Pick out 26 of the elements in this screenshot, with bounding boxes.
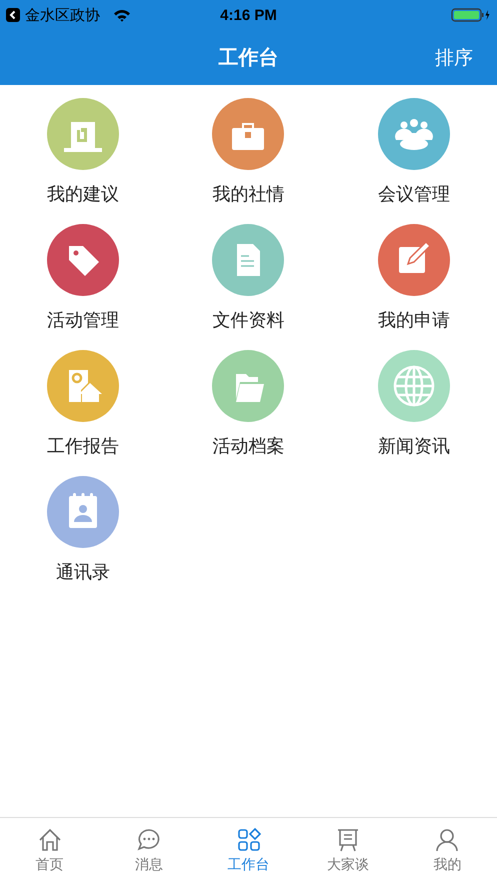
app-tile[interactable]: 我的建议 bbox=[0, 98, 166, 206]
app-tile[interactable]: 文件资料 bbox=[166, 224, 332, 332]
back-icon[interactable] bbox=[6, 8, 20, 22]
app-tile[interactable]: 活动管理 bbox=[0, 224, 166, 332]
page-title: 工作台 bbox=[218, 44, 278, 71]
tab-item[interactable]: 工作台 bbox=[198, 818, 298, 883]
chat-icon bbox=[136, 827, 162, 853]
app-tile[interactable]: 活动档案 bbox=[166, 350, 332, 458]
tab-item[interactable]: 首页 bbox=[0, 818, 100, 883]
status-time: 4:16 PM bbox=[220, 6, 277, 24]
home-icon bbox=[36, 827, 63, 853]
tab-item[interactable]: 大家谈 bbox=[298, 818, 398, 883]
user-icon bbox=[434, 827, 460, 853]
tab-item[interactable]: 消息 bbox=[99, 818, 199, 883]
grid-icon bbox=[236, 827, 262, 853]
app-tile[interactable]: 我的社情 bbox=[166, 98, 332, 206]
app-tile[interactable]: 会议管理 bbox=[331, 98, 497, 206]
tab-item[interactable]: 我的 bbox=[398, 818, 497, 883]
carrier-name: 金水区政协 bbox=[25, 6, 100, 24]
app-tile[interactable]: 新闻资讯 bbox=[331, 350, 497, 458]
app-tile[interactable]: 我的申请 bbox=[331, 224, 497, 332]
battery-icon bbox=[451, 8, 491, 22]
sort-button[interactable]: 排序 bbox=[433, 42, 475, 72]
wifi-icon bbox=[113, 8, 131, 22]
app-tile[interactable]: 通讯录 bbox=[0, 476, 166, 584]
app-tile[interactable]: 工作报告 bbox=[0, 350, 166, 458]
